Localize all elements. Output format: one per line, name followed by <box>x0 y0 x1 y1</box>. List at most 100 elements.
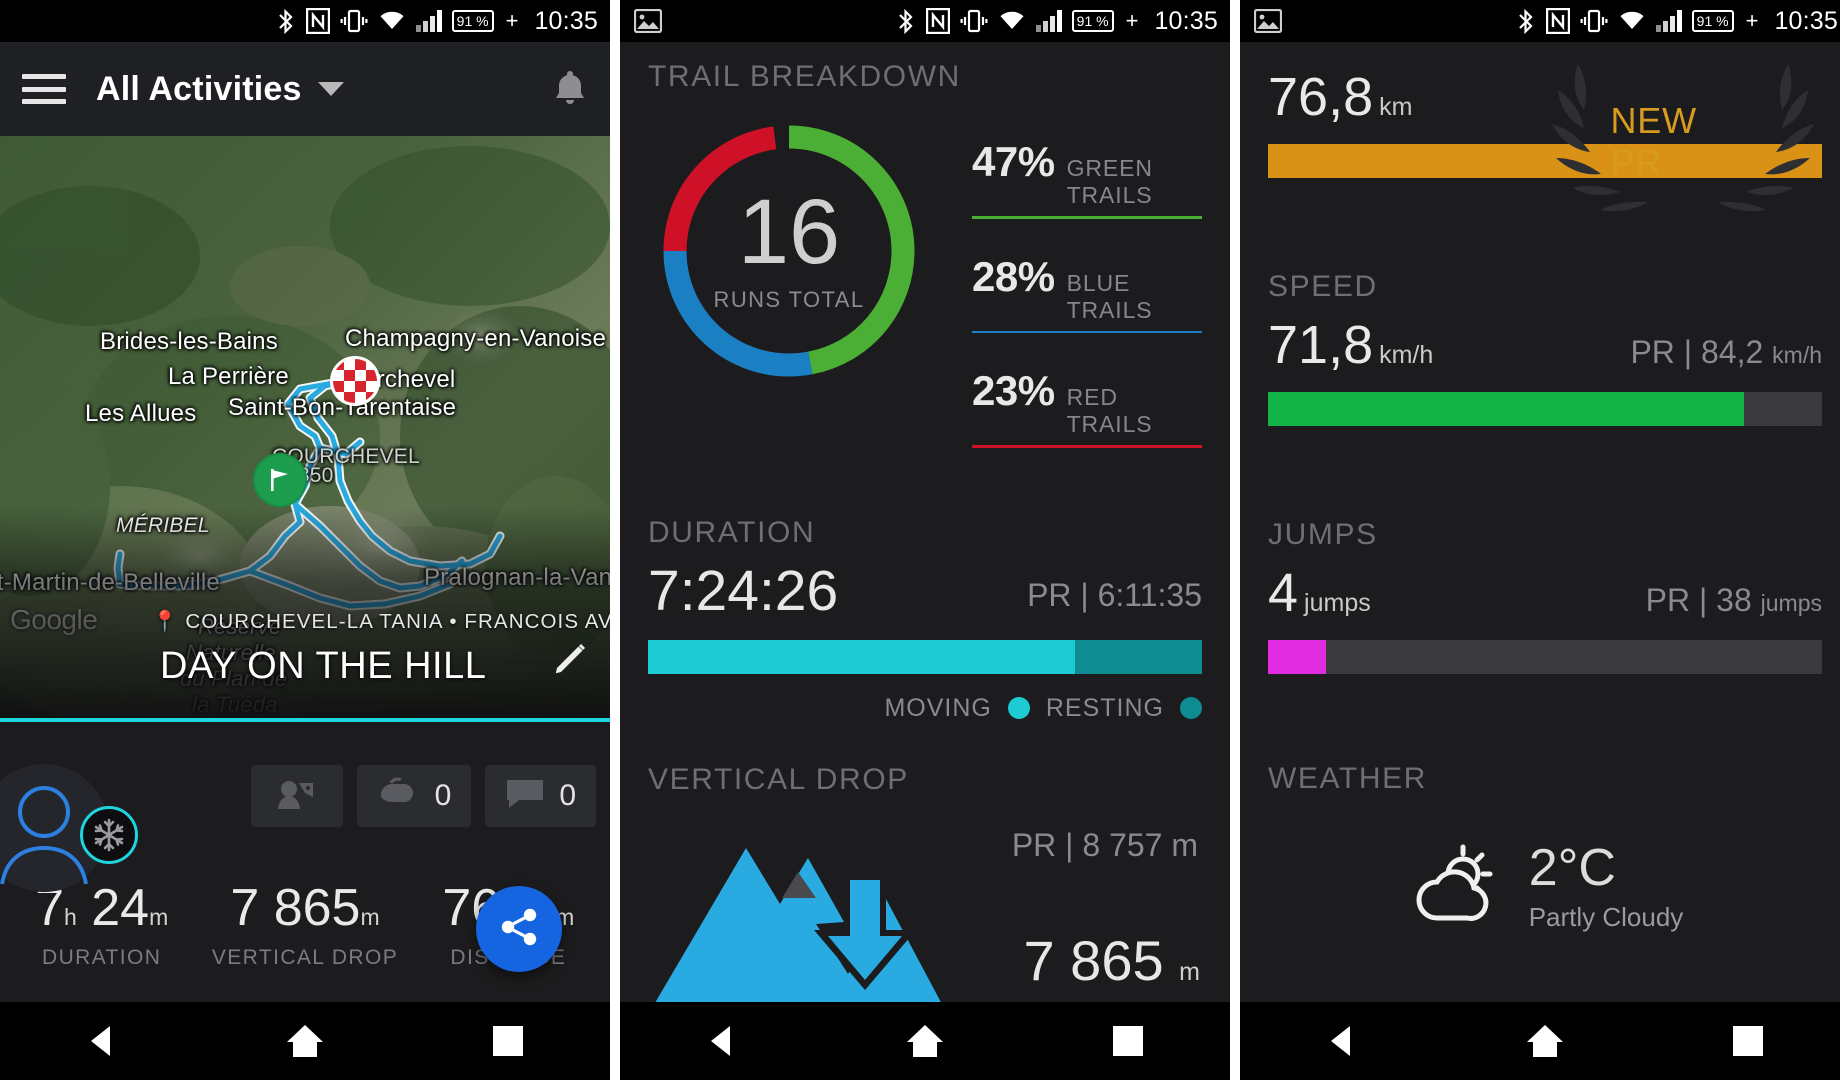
speed-value: 71,8 km/h <box>1268 314 1433 376</box>
status-bar-right: 91 % + 10:35 <box>896 7 1218 36</box>
map-label: Les Allues <box>85 400 197 427</box>
nav-home-button[interactable] <box>1500 1011 1590 1071</box>
tag-person-icon <box>277 777 317 816</box>
duration-progress-bar <box>648 639 1202 674</box>
legend-blue-pct: 28 <box>972 252 1018 300</box>
moving-color-dot <box>1007 697 1030 719</box>
stat-vertical-drop-value: 7 865m <box>203 878 406 938</box>
jumps-value: 4 jumps <box>1268 562 1371 624</box>
battery-charging-icon: + <box>1125 8 1139 33</box>
app-bar: All Activities <box>0 42 610 136</box>
battery-level: 91 % <box>1076 13 1109 29</box>
duration-value: 7:24:26 <box>648 558 839 623</box>
trail-donut-chart: 16 RUNS TOTAL <box>654 116 924 386</box>
stat-vertical-drop-unit: m <box>360 904 380 930</box>
activity-location-text: COURCHEVEL-LA TANIA • FRANCOIS AVRIL <box>185 610 610 633</box>
finish-flag-marker[interactable] <box>330 356 380 406</box>
bluetooth-icon <box>1516 8 1536 35</box>
speed-record-section: SPEED 71,8 km/h PR | 84,2 km/h <box>1268 270 1822 426</box>
vibrate-icon <box>340 9 368 33</box>
jumps-pr: PR | 38 jumps <box>1646 582 1822 619</box>
comment-icon <box>505 778 545 815</box>
clock: 10:35 <box>1774 6 1838 35</box>
bluetooth-icon <box>896 8 916 35</box>
image-icon <box>1254 9 1282 33</box>
battery-level: 91 % <box>1696 13 1729 29</box>
moving-label: MOVING <box>884 693 992 722</box>
status-bar-right: 91 % + 10:35 <box>276 7 598 36</box>
jumps-heading: JUMPS <box>1268 518 1378 551</box>
nav-home-button[interactable] <box>260 1011 350 1071</box>
activity-accent-line <box>0 718 610 722</box>
activity-map[interactable]: Brides-les-Bains Champagny-en-Vanoise La… <box>0 136 610 722</box>
notification-bell-icon[interactable] <box>552 67 588 112</box>
new-pr-badge: NEW PR <box>1538 46 1828 224</box>
vibrate-icon <box>1580 9 1608 33</box>
legend-green-label: GREEN TRAILS <box>1066 155 1153 208</box>
weather-text: 2°C Partly Cloudy <box>1529 838 1684 933</box>
phone-screen-trail-breakdown: 91 % + 10:35 TRAIL BREAKDOWN 16 RUNS TOT… <box>620 0 1230 1080</box>
stat-vertical-drop: 7 865m VERTICAL DROP <box>203 878 406 970</box>
comment-button[interactable]: 0 <box>485 765 596 827</box>
legend-item-red: 23 % RED TRAILS <box>972 367 1202 448</box>
nav-home-button[interactable] <box>880 1011 970 1071</box>
wifi-icon <box>1618 10 1646 32</box>
trail-donut-center: 16 RUNS TOTAL <box>654 116 924 386</box>
stat-duration-label: DURATION <box>42 946 162 969</box>
start-flag-marker[interactable] <box>253 453 307 507</box>
wifi-icon <box>378 10 406 32</box>
activity-location: 📍 COURCHEVEL-LA TANIA • FRANCOIS AVRIL <box>152 610 610 634</box>
nav-recents-button[interactable] <box>1083 1011 1173 1071</box>
stat-vertical-drop-label: VERTICAL DROP <box>211 946 399 969</box>
trail-legend: 47 % GREEN TRAILS 28 % BLUE TRAILS 23 % … <box>972 138 1202 482</box>
jumps-number: 4 <box>1268 563 1299 623</box>
resting-color-dot <box>1180 697 1202 719</box>
battery-icon: 91 % <box>1071 10 1114 32</box>
map-label: La Perrière <box>168 363 289 390</box>
weather-temperature: 2°C <box>1528 839 1616 897</box>
jumps-unit: jumps <box>1304 589 1371 617</box>
clock: 10:35 <box>1154 6 1218 35</box>
share-button[interactable] <box>476 886 562 972</box>
vertical-drop-number: 7 865 <box>1023 928 1164 992</box>
nav-recents-button[interactable] <box>463 1011 553 1071</box>
pencil-edit-icon[interactable] <box>554 641 588 680</box>
high-five-button[interactable]: 0 <box>356 765 472 827</box>
distance-number: 76,8 <box>1268 67 1374 127</box>
vibrate-icon <box>960 9 988 33</box>
battery-charging-icon: + <box>505 8 519 33</box>
nav-recents-button[interactable] <box>1703 1011 1793 1071</box>
speed-heading: SPEED <box>1268 270 1378 303</box>
android-nav-bar <box>1240 1002 1840 1080</box>
stat-duration-hours-unit: h <box>63 904 77 930</box>
legend-red-pct-symbol: % <box>1017 367 1055 414</box>
legend-red-pct: 23 <box>972 367 1018 414</box>
duration-pr: PR | 6:11:35 <box>1027 576 1202 613</box>
nav-back-button[interactable] <box>1297 1011 1387 1071</box>
nav-back-button[interactable] <box>677 1011 767 1071</box>
legend-item-blue: 28 % BLUE TRAILS <box>972 252 1202 333</box>
legend-blue-rule <box>972 330 1202 333</box>
legend-blue-pct-symbol: % <box>1017 252 1055 300</box>
vertical-drop-section: VERTICAL DROP PR | 8 757 m 7 865 m <box>648 763 1202 1015</box>
speed-pr: PR | 84,2 km/h <box>1630 334 1822 371</box>
panel-divider <box>1230 0 1240 1080</box>
map-label: Brides-les-Bains <box>100 328 278 355</box>
duration-legend: MOVING RESTING <box>648 694 1202 723</box>
tag-person-button[interactable] <box>250 765 343 827</box>
nav-back-button[interactable] <box>57 1011 147 1071</box>
speed-unit: km/h <box>1379 341 1434 369</box>
signal-icon <box>1655 10 1682 32</box>
comment-count: 0 <box>559 779 576 812</box>
status-bar: 91 % + 10:35 <box>620 0 1230 42</box>
chevron-down-icon[interactable] <box>317 82 344 96</box>
speed-number: 71,8 <box>1268 315 1374 375</box>
distance-value: 76,8 km <box>1268 66 1412 128</box>
battery-charging-icon: + <box>1745 8 1759 33</box>
battery-icon: 91 % <box>1691 10 1734 32</box>
vertical-drop-unit: m <box>1179 957 1200 986</box>
distance-record-section: NEW PR 76,8 km <box>1268 64 1822 212</box>
records-body: NEW PR 76,8 km SPEED 71,8 km/h PR | 84,2 k… <box>1240 42 1840 1002</box>
speed-progress-fill <box>1268 392 1745 426</box>
hamburger-menu-icon[interactable] <box>22 74 66 104</box>
